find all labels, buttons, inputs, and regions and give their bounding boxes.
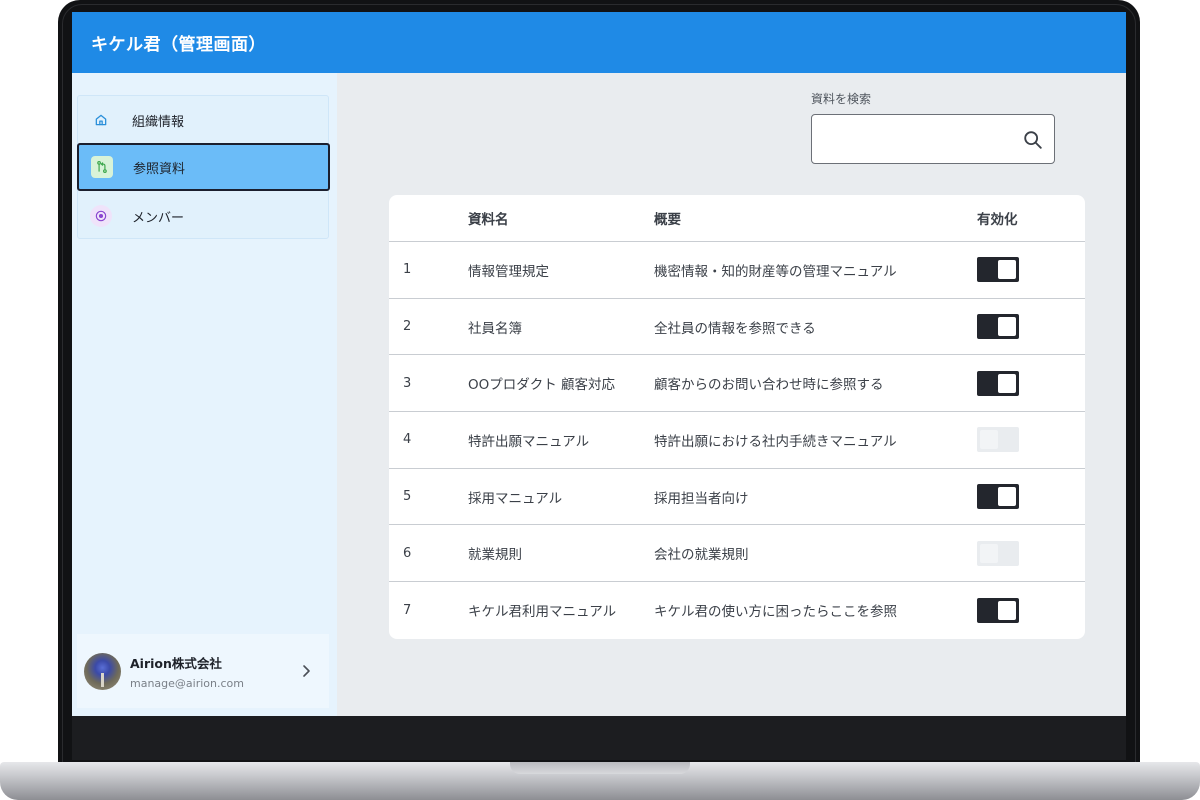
documents-table: 資料名 概要 有効化 1 情報管理規定 機密情報・知的財産等の管理マニュアル 2… (389, 195, 1085, 639)
table-body: 1 情報管理規定 機密情報・知的財産等の管理マニュアル 2 社員名簿 全社員の情… (389, 242, 1085, 639)
table-row[interactable]: 3 OOプロダクト 顧客対応 顧客からのお問い合わせ時に参照する (389, 355, 1085, 413)
member-icon (90, 205, 112, 227)
document-name[interactable]: OOプロダクト 顧客対応 (468, 373, 654, 393)
enable-toggle[interactable] (977, 427, 1019, 453)
sidebar-nav: 組織情報 参照資料 メンバー (77, 95, 330, 240)
home-icon (90, 109, 112, 131)
sidebar: 組織情報 参照資料 メンバー Airion株式会社 manage@airion.… (72, 73, 337, 716)
document-name[interactable]: 採用マニュアル (468, 487, 654, 507)
document-description: 会社の就業規則 (654, 547, 749, 564)
enable-toggle[interactable] (977, 540, 1019, 566)
document-name[interactable]: 特許出願マニュアル (468, 430, 654, 450)
document-description: 特許出願における社内手続きマニュアル (654, 433, 897, 450)
table-row[interactable]: 4 特許出願マニュアル 特許出願における社内手続きマニュアル (389, 412, 1085, 469)
column-header-description[interactable]: 概要 (654, 208, 977, 228)
document-name[interactable]: キケル君利用マニュアル (468, 600, 654, 620)
enable-toggle[interactable] (977, 597, 1019, 623)
document-description: 顧客からのお問い合わせ時に参照する (654, 377, 884, 394)
document-name[interactable]: 社員名簿 (468, 317, 654, 337)
sidebar-item-references[interactable]: 参照資料 (77, 143, 330, 191)
git-branch-icon (91, 156, 113, 178)
column-header-name[interactable]: 資料名 (468, 208, 654, 228)
app-screen: キケル君（管理画面） 組織情報 参照資料 メンバー Airion株式会社 man… (72, 12, 1126, 716)
sidebar-item-label: 組織情報 (132, 114, 185, 130)
table-row[interactable]: 2 社員名簿 全社員の情報を参照できる (389, 299, 1085, 356)
search-input[interactable] (822, 125, 1012, 153)
enable-toggle[interactable] (977, 314, 1019, 340)
laptop-chin (72, 716, 1126, 760)
row-number: 7 (403, 602, 412, 618)
sidebar-item-members[interactable]: メンバー (78, 192, 330, 240)
enable-toggle[interactable] (977, 484, 1019, 510)
column-header-enabled[interactable]: 有効化 (977, 208, 1085, 228)
user-account-card[interactable]: Airion株式会社 manage@airion.com (77, 634, 329, 708)
search-label: 資料を検索 (811, 92, 872, 106)
table-row[interactable]: 6 就業規則 会社の就業規則 (389, 525, 1085, 583)
enable-toggle[interactable] (977, 257, 1019, 283)
sidebar-item-label: 参照資料 (133, 161, 186, 177)
table-header: 資料名 概要 有効化 (389, 195, 1085, 242)
row-number: 1 (403, 262, 412, 278)
app-header: キケル君（管理画面） (72, 12, 1126, 73)
document-description: 全社員の情報を参照できる (654, 320, 816, 337)
document-description: キケル君の使い方に困ったらここを参照 (654, 604, 897, 621)
document-description: 機密情報・知的財産等の管理マニュアル (654, 263, 897, 280)
enable-toggle[interactable] (977, 370, 1019, 396)
row-number: 2 (403, 319, 412, 335)
row-number: 6 (403, 545, 412, 561)
avatar (84, 652, 121, 690)
organization-name: Airion株式会社 (130, 655, 222, 671)
search-box[interactable] (811, 114, 1055, 164)
user-email: manage@airion.com (130, 676, 244, 690)
search-icon[interactable] (1022, 129, 1044, 151)
document-name[interactable]: 情報管理規定 (468, 260, 654, 280)
row-number: 5 (403, 489, 412, 505)
document-name[interactable]: 就業規則 (468, 543, 654, 563)
table-row[interactable]: 7 キケル君利用マニュアル キケル君の使い方に困ったらここを参照 (389, 582, 1085, 639)
chevron-right-icon[interactable] (291, 664, 321, 678)
sidebar-item-label: メンバー (132, 210, 185, 226)
laptop-notch (510, 762, 690, 774)
table-row[interactable]: 1 情報管理規定 機密情報・知的財産等の管理マニュアル (389, 242, 1085, 299)
row-number: 4 (403, 432, 412, 448)
row-number: 3 (403, 375, 412, 391)
app-title: キケル君（管理画面） (91, 35, 266, 55)
document-description: 採用担当者向け (654, 490, 749, 507)
sidebar-item-organization[interactable]: 組織情報 (78, 96, 330, 144)
table-row[interactable]: 5 採用マニュアル 採用担当者向け (389, 469, 1085, 526)
